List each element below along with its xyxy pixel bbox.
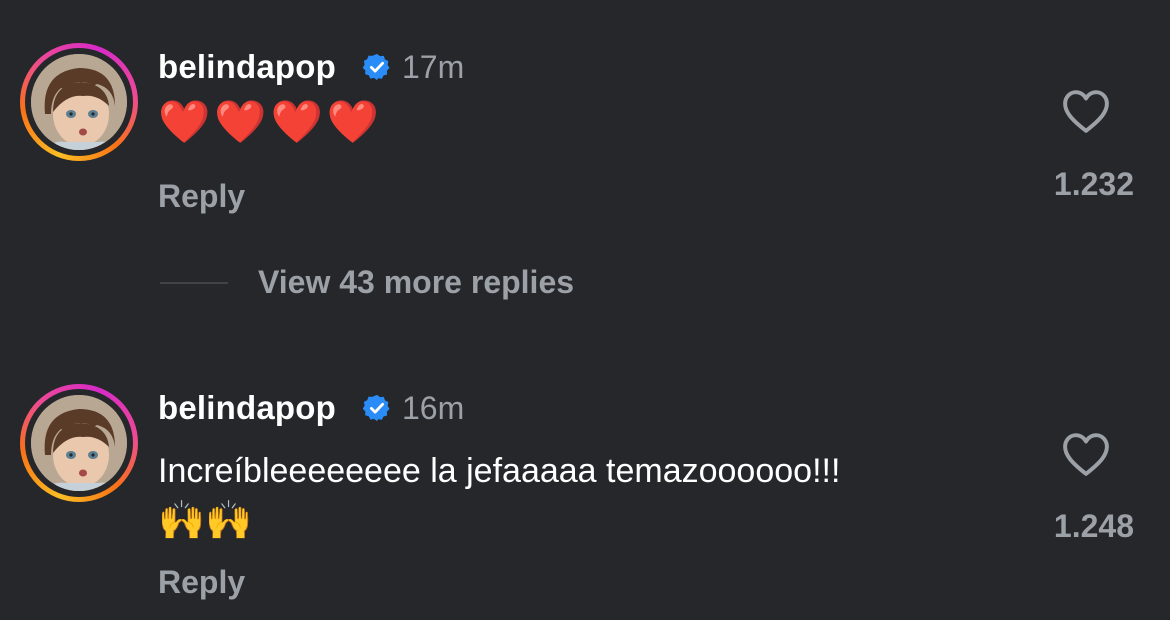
- heart-outline-icon[interactable]: [1060, 431, 1112, 477]
- comment-emoji-line: 🙌🙌: [158, 500, 253, 542]
- comment-text: Increíbleeeeeeee la jefaaaaa temazoooooo…: [158, 452, 841, 490]
- reply-button[interactable]: Reply: [158, 564, 245, 601]
- comment-time: 16m: [402, 390, 465, 426]
- username[interactable]: belindapop: [158, 389, 336, 427]
- avatar: [31, 395, 127, 491]
- comment-2: belindapop 16m Increíbleeeeeeee la jefaa…: [0, 0, 1170, 620]
- like-count: 1.248: [1053, 508, 1134, 544]
- verified-badge-icon: [362, 394, 390, 422]
- avatar-story-ring[interactable]: [20, 384, 138, 502]
